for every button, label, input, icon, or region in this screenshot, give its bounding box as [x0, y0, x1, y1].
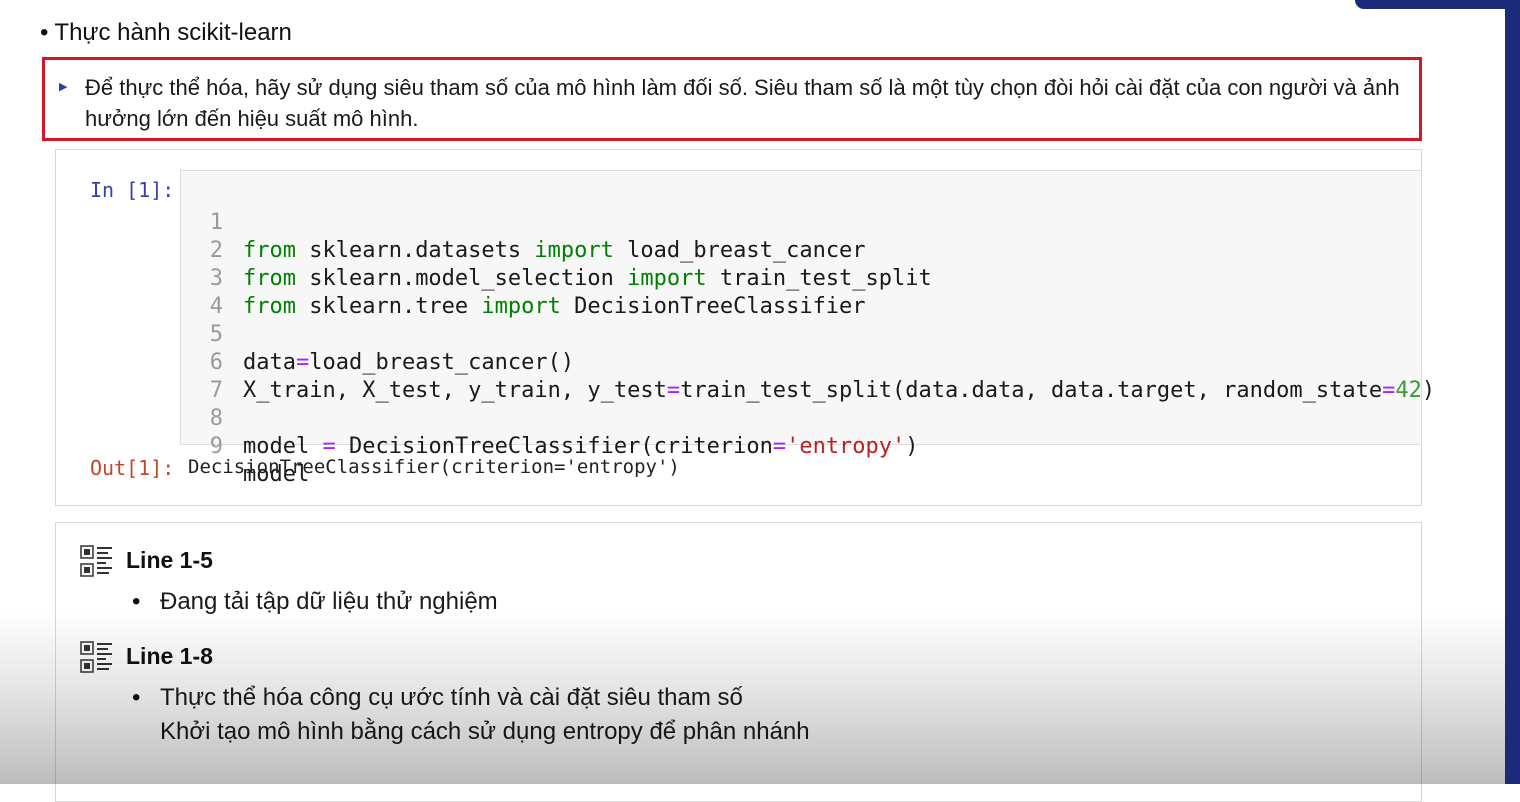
heading-text: Thực hành scikit-learn [54, 19, 292, 46]
callout-box: ▶ Để thực thể hóa, hãy sử dụng siêu tham… [42, 57, 1422, 141]
note-text: Khởi tạo mô hình bằng cách sử dụng entro… [160, 718, 810, 745]
code-document-icon [80, 641, 112, 673]
out-prompt: Out[1]: [90, 456, 175, 480]
code-text: data=load_breast_cancer() [243, 350, 575, 375]
code-line-6: 6 X_train, X_test, y_train, y_test=train… [181, 321, 1435, 403]
code-line-7: 7 [181, 349, 234, 403]
heading-bullet: • [40, 19, 49, 46]
cell-output: DecisionTreeClassifier(criterion='entrop… [188, 456, 680, 478]
code-line-9: 9 model [181, 405, 309, 487]
note-bullet: • [132, 684, 141, 711]
code-text: from sklearn.datasets import load_breast… [243, 238, 866, 263]
code-editor[interactable]: 1 from sklearn.datasets import load_brea… [180, 170, 1435, 487]
code-line-5: 5 data=load_breast_cancer() [181, 293, 574, 375]
code-line-1: 1 from sklearn.datasets import load_brea… [181, 181, 866, 263]
note-text: Đang tải tập dữ liệu thử nghiệm [160, 588, 498, 615]
slide-heading: • Thực hành scikit-learn [40, 18, 292, 48]
callout-text: Để thực thể hóa, hãy sử dụng siêu tham s… [85, 75, 1400, 131]
right-accent-bar [1505, 0, 1520, 784]
code-text: from sklearn.model_selection import trai… [243, 266, 932, 291]
code-line-2: 2 from sklearn.model_selection import tr… [181, 209, 932, 291]
code-document-icon [80, 545, 112, 577]
top-accent-bar [1355, 0, 1505, 9]
note-title-line-1-8: Line 1-8 [126, 643, 213, 669]
code-text: X_train, X_test, y_train, y_test=train_t… [243, 378, 1436, 403]
code-text: from sklearn.tree import DecisionTreeCla… [243, 294, 866, 319]
code-line-8: 8 model = DecisionTreeClassifier(criteri… [181, 377, 919, 459]
callout-arrow-icon: ▶ [59, 81, 68, 93]
note-bullet: • [132, 588, 141, 615]
note-text: Thực thể hóa công cụ ước tính và cài đặt… [160, 684, 743, 711]
note-title-line-1-5: Line 1-5 [126, 547, 213, 573]
code-line-4: 4 [181, 265, 234, 319]
notes-panel [55, 522, 1422, 802]
in-prompt: In [1]: [90, 178, 175, 202]
code-line-3: 3 from sklearn.tree import DecisionTreeC… [181, 237, 866, 319]
